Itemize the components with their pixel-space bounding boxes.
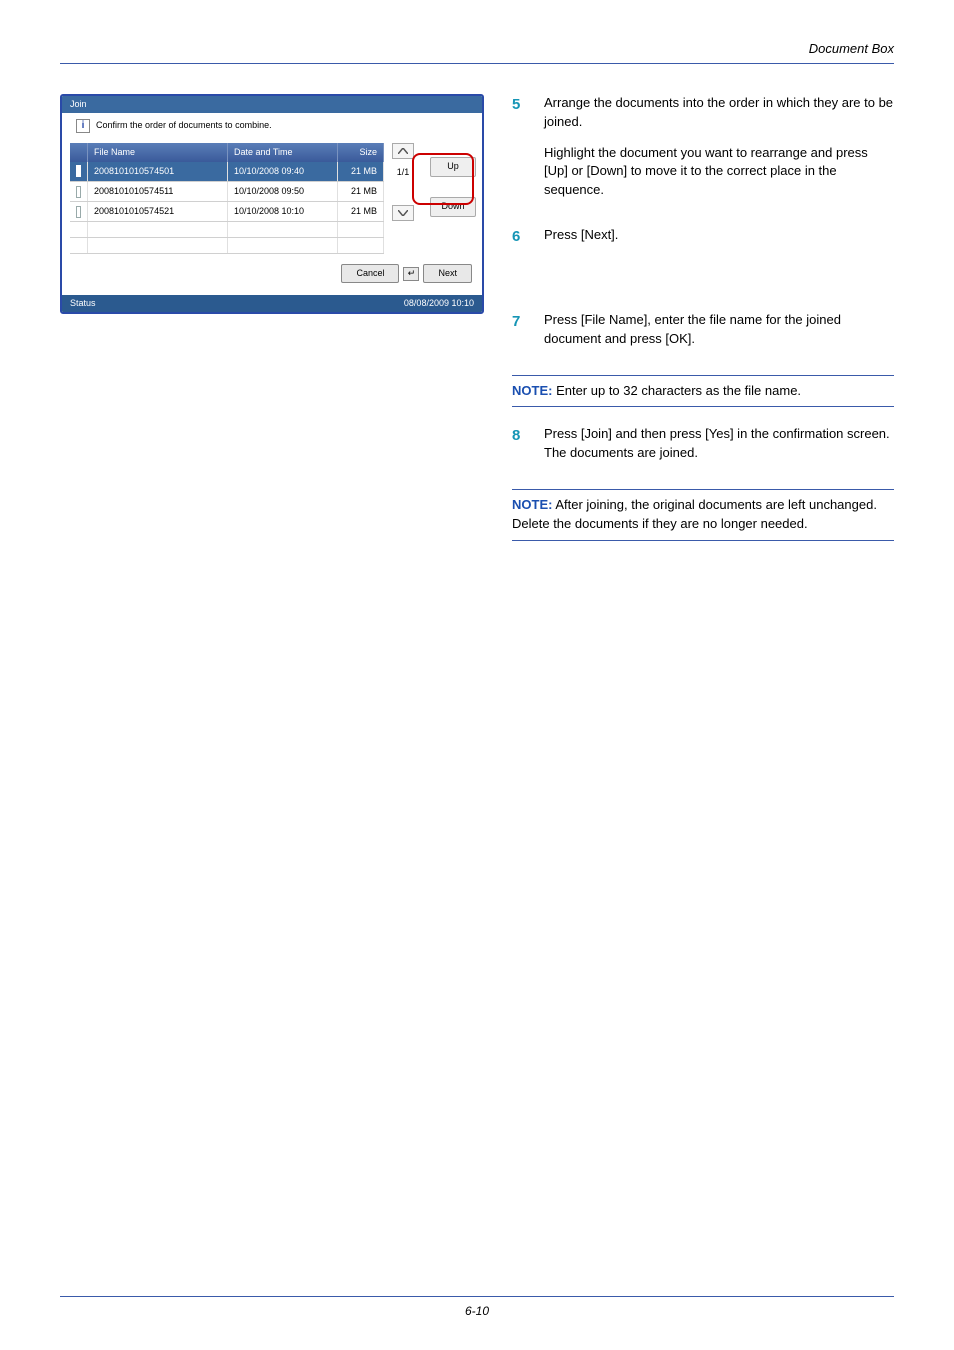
panel-title: Join — [62, 96, 482, 113]
document-icon — [76, 206, 81, 218]
next-button[interactable]: Next — [423, 264, 472, 283]
panel-footer: Cancel ↵ Next — [62, 258, 482, 287]
join-panel: Join i Confirm the order of documents to… — [60, 94, 484, 314]
step-number: 6 — [512, 226, 526, 257]
document-icon — [76, 165, 81, 177]
note-text: Enter up to 32 characters as the file na… — [552, 383, 801, 398]
page-footer: 6-10 — [0, 1296, 954, 1320]
step-number: 8 — [512, 425, 526, 475]
status-bar: Status 08/08/2009 10:10 — [62, 295, 482, 312]
col-datetime: Date and Time — [228, 143, 338, 162]
page-header-title: Document Box — [809, 41, 894, 56]
step-6: 6 Press [Next]. — [512, 226, 894, 257]
step-number: 7 — [512, 311, 526, 361]
document-icon — [76, 186, 81, 198]
col-size: Size — [338, 143, 384, 162]
cancel-button[interactable]: Cancel — [341, 264, 399, 283]
file-grid: File Name Date and Time Size 20081010105… — [70, 143, 384, 254]
status-time: 08/08/2009 10:10 — [404, 297, 474, 310]
grid-body: 2008101010574501 10/10/2008 09:40 21 MB … — [70, 162, 384, 254]
info-icon: i — [76, 119, 90, 133]
table-row[interactable]: 2008101010574501 10/10/2008 09:40 21 MB — [70, 162, 384, 182]
note-2: NOTE: After joining, the original docume… — [512, 489, 894, 541]
step-text: Arrange the documents into the order in … — [544, 94, 894, 132]
step-5: 5 Arrange the documents into the order i… — [512, 94, 894, 212]
enter-icon: ↵ — [403, 267, 419, 281]
instruction-column: 5 Arrange the documents into the order i… — [512, 94, 894, 559]
scroll-up-button[interactable] — [392, 143, 414, 159]
step-8: 8 Press [Join] and then press [Yes] in t… — [512, 425, 894, 475]
panel-instruction: Confirm the order of documents to combin… — [96, 119, 272, 132]
note-label: NOTE: — [512, 383, 552, 398]
page-header: Document Box — [60, 40, 894, 64]
scroll-down-button[interactable] — [392, 205, 414, 221]
main-columns: Join i Confirm the order of documents to… — [60, 94, 894, 559]
table-row[interactable]: 2008101010574511 10/10/2008 09:50 21 MB — [70, 182, 384, 202]
step-text: Press [Join] and then press [Yes] in the… — [544, 425, 894, 463]
status-label: Status — [70, 297, 96, 310]
step-text: Press [Next]. — [544, 226, 894, 245]
step-number: 5 — [512, 94, 526, 212]
col-name: File Name — [88, 143, 228, 162]
table-row[interactable] — [70, 222, 384, 238]
panel-instruction-row: i Confirm the order of documents to comb… — [62, 113, 482, 143]
table-row[interactable]: 2008101010574521 10/10/2008 10:10 21 MB — [70, 202, 384, 222]
panel-content: File Name Date and Time Size 20081010105… — [62, 143, 482, 295]
up-button[interactable]: Up — [430, 157, 476, 177]
step-text: Highlight the document you want to rearr… — [544, 144, 894, 201]
screenshot-column: Join i Confirm the order of documents to… — [60, 94, 484, 314]
page-indicator: 1/1 — [392, 159, 414, 187]
step-text: Press [File Name], enter the file name f… — [544, 311, 894, 349]
step-7: 7 Press [File Name], enter the file name… — [512, 311, 894, 361]
page-number: 6-10 — [465, 1304, 489, 1318]
grid-header: File Name Date and Time Size — [70, 143, 384, 162]
note-1: NOTE: Enter up to 32 characters as the f… — [512, 375, 894, 408]
down-button[interactable]: Down — [430, 197, 476, 217]
table-row[interactable] — [70, 238, 384, 254]
note-label: NOTE: — [512, 497, 552, 512]
note-text: After joining, the original documents ar… — [512, 497, 877, 531]
